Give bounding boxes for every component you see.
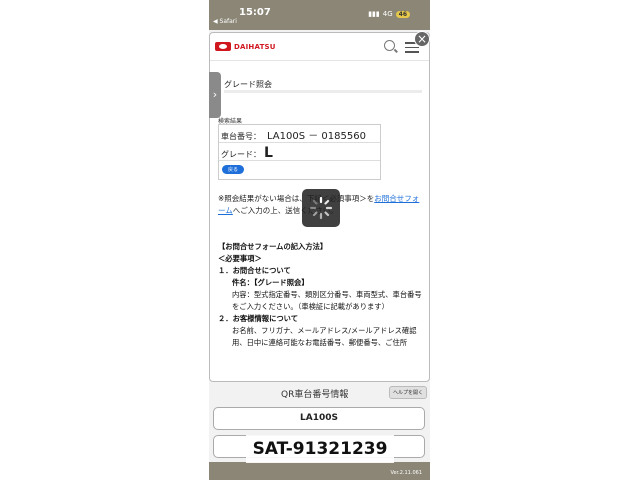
qr-title: QR車台番号情報 <box>281 390 349 400</box>
grade-value: L <box>264 145 273 161</box>
item1-title: １．お問合せについて <box>218 266 291 275</box>
bottom-bar: Ver.2.11.061 <box>209 462 430 480</box>
help-button[interactable]: ヘルプを開く <box>388 386 427 399</box>
grade-label: グレード： <box>221 150 261 159</box>
instructions-heading: 【お問合せフォームの記入方法】 <box>218 242 328 251</box>
form-instructions: 【お問合せフォームの記入方法】 ＜必要事項＞ １．お問合せについて 件名：【グレ… <box>218 241 430 349</box>
model-button[interactable]: LA100S <box>213 407 425 430</box>
item2-content: お名前、フリガナ、メールアドレス/メールアドレス確認用、日中に連絡可能なお電話番… <box>232 326 417 347</box>
stock-number-label: SAT-91321239 <box>246 435 394 463</box>
status-icons: ▮▮▮ 4G 46 <box>368 10 410 18</box>
item1-subject: 件名：【グレード照会】 <box>232 278 309 287</box>
battery-indicator: 46 <box>395 10 410 18</box>
chevron-right-icon[interactable]: › <box>209 72 221 118</box>
daihatsu-mark-icon <box>215 42 231 51</box>
brand-name: DAIHATSU <box>234 42 276 51</box>
signal-icon: ▮▮▮ <box>368 10 380 18</box>
network-type: 4G <box>382 10 393 18</box>
page-title: グレード照会 <box>224 80 272 89</box>
back-to-app-link[interactable]: ◀ Safari <box>213 18 237 25</box>
required-heading: ＜必要事項＞ <box>218 254 262 263</box>
phone-screen: 15:07 ◀ Safari ▮▮▮ 4G 46 DAIHATSU グレード照会… <box>209 0 430 480</box>
app-version: Ver.2.11.061 <box>390 470 422 476</box>
item2-title: ２．お客様情報について <box>218 314 299 323</box>
close-icon[interactable]: × <box>414 31 430 47</box>
status-time: 15:07 <box>239 7 271 18</box>
loading-spinner-icon <box>302 189 340 227</box>
chassis-row: 車台番号： LA100S － 0185560 <box>221 127 366 142</box>
title-divider <box>224 90 422 93</box>
item1-content: 内容：型式指定番号、類別区分番号、車両型式、車台番号 をご入力ください。（車検証… <box>232 290 430 311</box>
chassis-label: 車台番号： <box>221 132 261 141</box>
grade-row: グレード： L <box>221 145 273 161</box>
chassis-value: LA100S － 0185560 <box>267 131 366 142</box>
status-bar: 15:07 ◀ Safari ▮▮▮ 4G 46 <box>209 0 430 30</box>
back-button[interactable]: 戻る <box>222 165 245 174</box>
webview: DAIHATSU グレード照会 検索結果 車台番号： LA100S － 01855… <box>209 32 430 382</box>
qr-section-header: QR車台番号情報 ヘルプを開く <box>209 384 430 402</box>
search-icon[interactable] <box>384 40 395 51</box>
result-box: 車台番号： LA100S － 0185560 グレード： L 戻る <box>218 124 381 180</box>
site-header: DAIHATSU <box>210 33 429 61</box>
daihatsu-logo[interactable]: DAIHATSU <box>215 42 276 51</box>
